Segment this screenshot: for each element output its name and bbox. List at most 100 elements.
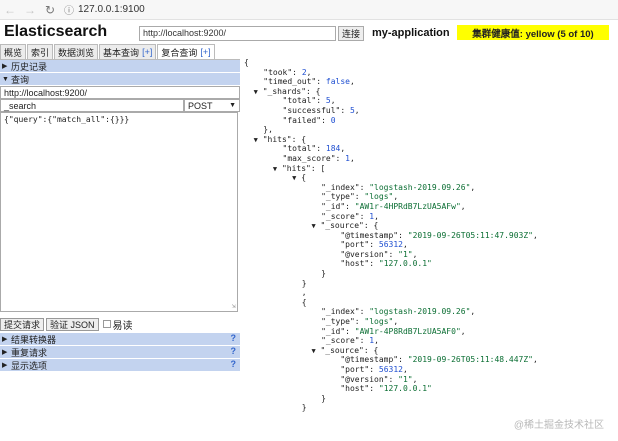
shards-successful-value: 5 bbox=[349, 105, 355, 115]
tab-label: 概览 bbox=[4, 47, 23, 58]
hit-index-value: "logstash-2019.09.26" bbox=[369, 307, 471, 317]
json-line: { bbox=[244, 297, 307, 307]
shards-failed-value: 0 bbox=[330, 115, 336, 125]
result-transformer-label: 结果转换器 bbox=[11, 334, 57, 345]
tab-structured-query[interactable]: 基本查询 [+] bbox=[99, 44, 157, 59]
method-value: POST bbox=[188, 100, 213, 111]
collapse-triangle-icon[interactable]: ▼ bbox=[292, 174, 296, 182]
json-line: "_score": 1, bbox=[321, 336, 379, 346]
validate-json-button[interactable]: 验证 JSON bbox=[46, 317, 99, 331]
json-line: "_type": "logs", bbox=[321, 192, 399, 202]
hit-index-value: "logstash-2019.09.26" bbox=[369, 182, 471, 192]
hit-score-value: 1 bbox=[369, 336, 375, 346]
hit-score-value: 1 bbox=[369, 211, 375, 221]
collapse-triangle-icon[interactable]: ▼ bbox=[254, 136, 258, 144]
json-line: "took": 2, bbox=[263, 67, 312, 77]
json-line: } bbox=[244, 269, 326, 279]
json-line: ▼ "hits": [ bbox=[272, 163, 326, 173]
triangle-right-icon: ▶ bbox=[2, 336, 8, 343]
tab-overview[interactable]: 概览 bbox=[0, 44, 27, 59]
repeat-request-section[interactable]: ▶ 重复请求 ? bbox=[0, 346, 240, 359]
tab-browser[interactable]: 数据浏览 bbox=[54, 44, 99, 59]
chevron-down-icon: ▼ bbox=[229, 102, 236, 109]
json-line: "port": 56312, bbox=[340, 240, 408, 250]
tab-bar: 概览 索引 数据浏览 基本查询 [+] 复合查询 [+] bbox=[0, 44, 216, 59]
help-icon[interactable]: ? bbox=[231, 333, 237, 343]
collapse-triangle-icon[interactable]: ▼ bbox=[311, 347, 315, 355]
json-line: "max_score": 1, bbox=[282, 153, 355, 163]
history-section[interactable]: ▶ 历史记录 bbox=[0, 60, 240, 73]
json-line: ▼ { bbox=[292, 173, 307, 183]
triangle-right-icon: ▶ bbox=[2, 63, 8, 70]
json-line: "@timestamp": "2019-09-26T05:11:47.903Z"… bbox=[340, 230, 538, 240]
resize-handle-icon[interactable]: ⇲ bbox=[232, 302, 236, 310]
address-bar[interactable]: ⓘ 127.0.0.1:9100 bbox=[64, 2, 145, 17]
hit-host-value: "127.0.0.1" bbox=[378, 384, 432, 394]
path-method-row: _search POST ▼ bbox=[0, 99, 240, 112]
method-select[interactable]: POST ▼ bbox=[184, 99, 240, 112]
hit-id-value: "AW1r-4HPRdB7LzUA5AFw" bbox=[354, 201, 461, 211]
json-line: "host": "127.0.0.1" bbox=[340, 259, 432, 269]
tab-label: 数据浏览 bbox=[58, 47, 95, 58]
request-body-textarea[interactable]: {"query":{"match_all":{}}} ⇲ bbox=[0, 112, 238, 312]
display-options-section[interactable]: ▶ 显示选项 ? bbox=[0, 359, 240, 372]
browser-toolbar: ← → ↻ ⓘ 127.0.0.1:9100 bbox=[0, 0, 618, 20]
cluster-name: my-application bbox=[372, 27, 450, 39]
result-transformer-section[interactable]: ▶ 结果转换器 ? bbox=[0, 333, 240, 346]
request-body-text: {"query":{"match_all":{}}} bbox=[4, 115, 130, 124]
json-line: "timed_out": false, bbox=[263, 77, 355, 87]
json-line: "_index": "logstash-2019.09.26", bbox=[321, 307, 476, 317]
triangle-right-icon: ▶ bbox=[2, 349, 8, 356]
submit-request-button[interactable]: 提交请求 bbox=[0, 317, 45, 331]
json-line: ▼ "_shards": { bbox=[253, 86, 321, 96]
hit-timestamp-value: "2019-09-26T05:11:48.447Z" bbox=[407, 355, 533, 365]
cluster-health-badge: 集群健康值: yellow (5 of 10) bbox=[457, 25, 609, 40]
tab-add-link[interactable]: [+] bbox=[142, 47, 152, 57]
max-score-value: 1 bbox=[345, 153, 350, 163]
tab-any-request[interactable]: 复合查询 [+] bbox=[157, 44, 215, 59]
tab-label: 复合查询 bbox=[161, 47, 198, 58]
hit-id-value: "AW1r-4P8RdB7LzUA5AF0" bbox=[354, 326, 461, 336]
path-input[interactable]: _search bbox=[0, 99, 184, 112]
collapse-triangle-icon[interactable]: ▼ bbox=[311, 222, 315, 230]
json-line: "_type": "logs", bbox=[321, 317, 399, 327]
json-line: "_id": "AW1r-4P8RdB7LzUA5AF0", bbox=[321, 326, 466, 336]
reload-icon[interactable]: ↻ bbox=[40, 0, 60, 20]
cluster-url-input[interactable]: http://localhost:9200/ bbox=[139, 26, 336, 41]
hit-port-value: 56312 bbox=[378, 240, 403, 250]
hits-total-value: 184 bbox=[325, 144, 341, 154]
pretty-checkbox[interactable] bbox=[102, 320, 111, 328]
query-label: 查询 bbox=[11, 74, 30, 85]
json-line: "total": 5, bbox=[282, 96, 336, 106]
actions-row: 提交请求 验证 JSON 易读 bbox=[0, 316, 240, 332]
back-arrow-icon[interactable]: ← bbox=[0, 0, 20, 20]
json-line: } bbox=[244, 403, 307, 413]
query-section[interactable]: ▼ 查询 bbox=[0, 73, 240, 86]
tab-indices[interactable]: 索引 bbox=[27, 44, 54, 59]
help-icon[interactable]: ? bbox=[231, 359, 237, 369]
address-text: 127.0.0.1:9100 bbox=[78, 4, 145, 15]
json-line: "total": 184, bbox=[282, 144, 346, 154]
pretty-label: 易读 bbox=[112, 320, 133, 332]
json-line: "@version": "1", bbox=[340, 249, 418, 259]
tab-label: 索引 bbox=[31, 47, 50, 58]
host-input[interactable]: http://localhost:9200/ bbox=[0, 86, 240, 99]
json-line: } bbox=[244, 393, 326, 403]
hit-type-value: "logs" bbox=[364, 192, 394, 202]
tab-label: 基本查询 bbox=[103, 47, 140, 58]
collapse-triangle-icon[interactable]: ▼ bbox=[254, 88, 258, 96]
hit-version-value: "1" bbox=[398, 374, 413, 384]
collapse-triangle-icon[interactable]: ▼ bbox=[273, 165, 277, 173]
json-line: { bbox=[244, 58, 249, 67]
triangle-down-icon: ▼ bbox=[2, 75, 9, 83]
hit-host-value: "127.0.0.1" bbox=[378, 259, 432, 269]
json-line: "port": 56312, bbox=[340, 365, 408, 374]
help-icon[interactable]: ? bbox=[231, 346, 237, 356]
timed-out-value: false bbox=[325, 77, 350, 87]
json-line: , bbox=[244, 288, 307, 298]
tab-add-link[interactable]: [+] bbox=[200, 47, 210, 57]
forward-arrow-icon[interactable]: → bbox=[20, 0, 40, 20]
connect-button[interactable]: 连接 bbox=[338, 26, 364, 41]
hit-port-value: 56312 bbox=[378, 365, 403, 374]
json-line: "_score": 1, bbox=[321, 211, 379, 221]
